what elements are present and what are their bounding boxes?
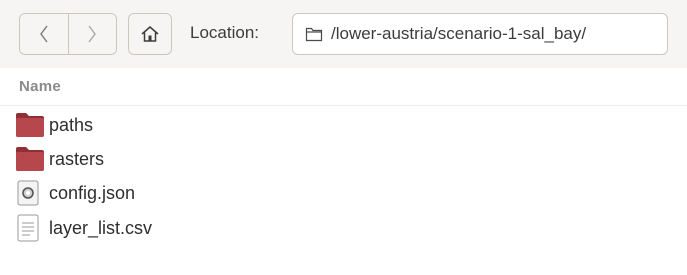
folder-icon [15, 112, 45, 138]
chevron-right-icon [88, 25, 97, 43]
toolbar: Location: [0, 0, 687, 68]
list-item-label: layer_list.csv [49, 217, 153, 238]
back-button[interactable] [20, 14, 68, 54]
text-file-icon [15, 214, 45, 242]
home-button[interactable] [128, 13, 172, 55]
nav-button-group [19, 13, 117, 55]
forward-button[interactable] [67, 14, 117, 54]
list-item-config-json[interactable]: config.json [15, 177, 135, 209]
folder-outline-icon [305, 27, 323, 42]
location-input[interactable] [331, 24, 651, 44]
list-item-label: config.json [49, 182, 136, 203]
json-file-icon [15, 180, 45, 206]
list-item-label: paths [49, 114, 94, 135]
list-item-paths[interactable]: paths [15, 109, 93, 141]
list-item-layer-list-csv[interactable]: layer_list.csv [15, 212, 152, 244]
location-label: Location: [190, 23, 259, 42]
location-field[interactable] [292, 13, 668, 55]
list-item-label: rasters [49, 148, 105, 169]
column-header-name[interactable]: Name [19, 78, 61, 95]
header-divider [0, 105, 687, 106]
chevron-left-icon [39, 25, 48, 43]
home-icon [141, 26, 159, 42]
list-item-rasters[interactable]: rasters [15, 143, 104, 175]
folder-icon [15, 146, 45, 172]
